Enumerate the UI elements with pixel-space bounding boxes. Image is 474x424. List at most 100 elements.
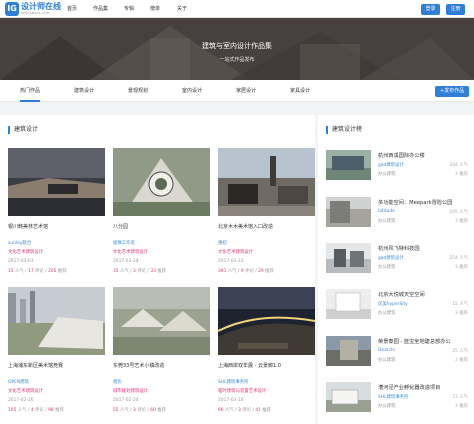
project-author[interactable]: sunlay联合 <box>8 240 31 246</box>
ranking-author[interactable]: 优美hyperSity <box>378 301 408 307</box>
banner-subtitle: 一站式作品发布 <box>219 57 255 63</box>
project-date: 2017-03-24 <box>113 259 139 264</box>
nav-about[interactable]: 关于 <box>177 0 187 18</box>
project-card[interactable]: 上海西岸双年展 - 云景廊1.0 SHL建筑事务所 临时建筑与装置艺术设计 20… <box>218 287 315 423</box>
tab-popular[interactable]: 热门作品 <box>20 80 41 102</box>
project-author[interactable]: 极致工作室 <box>113 240 135 246</box>
nav-albums[interactable]: 专辑 <box>124 0 134 18</box>
project-date: 2017-03-03 <box>8 259 34 264</box>
ranking-thumbnail[interactable] <box>326 243 371 273</box>
project-stats: 15 人气 / 17 评论 / 205 推荐 <box>8 269 67 274</box>
ranking-category: 办公建筑 <box>378 219 396 224</box>
nav-portfolio[interactable]: 作品集 <box>93 0 108 18</box>
tab-interior[interactable]: 室内设计 <box>182 80 202 102</box>
ranking-likes: 3 推荐 <box>455 172 468 177</box>
project-author[interactable]: SHL建筑事务所 <box>218 379 249 385</box>
site-logo[interactable]: IG 设计师在线 SPSCABGOL.COM <box>5 2 61 16</box>
ranking-thumbnail[interactable] <box>326 289 371 319</box>
tab-architecture[interactable]: 建筑设计 <box>74 80 94 102</box>
top-navbar: IG 设计师在线 SPSCABGOL.COM 首页 作品集 专辑 榜单 关于 登… <box>0 0 474 18</box>
project-stats: 391 人气 / 9 评论 / 29 推荐 <box>218 269 274 274</box>
ranking-views: 105 人气 <box>449 210 468 215</box>
ranking-title[interactable]: 荣景泰园 - 蓝宝坐地建总部办公 <box>378 338 472 345</box>
banner-title: 建筑与室内设计作品集 <box>202 42 272 50</box>
ranking-author[interactable]: SHL建筑事务所 <box>378 394 409 400</box>
tab-landscape[interactable]: 景观规划 <box>128 80 148 102</box>
project-title[interactable]: 八分园 <box>113 223 210 230</box>
ranking-likes: 3 推荐 <box>455 265 468 270</box>
ranking-thumbnail[interactable] <box>326 336 371 366</box>
ranking-title[interactable]: 多功能空间：Meepark冒险公园 <box>378 199 472 206</box>
ranking-category: 办公建筑 <box>378 265 396 270</box>
ranking-item[interactable]: 多功能空间：Meepark冒险公园 latitude 办公建筑 105 人气 3… <box>326 197 472 227</box>
project-category[interactable]: 文化艺术建筑设计 <box>218 249 253 255</box>
login-button[interactable]: 登录 <box>421 4 440 15</box>
ranking-likes: 3 推荐 <box>455 404 468 409</box>
project-author[interactable]: OPEN建筑 <box>8 379 29 385</box>
tab-home-design[interactable]: 家居设计 <box>236 80 256 102</box>
project-category[interactable]: 临时建筑与装置艺术设计 <box>218 388 266 394</box>
nav-rankings[interactable]: 榜单 <box>150 0 160 18</box>
project-thumbnail[interactable] <box>8 148 105 216</box>
project-title[interactable]: 上海浦东新区美术馆竞赛 <box>8 362 105 369</box>
ranking-item[interactable]: 荣景泰园 - 蓝宝坐地建总部办公 Doarchi 办公建筑 25 人气 3 推荐 <box>326 336 472 366</box>
ranking-thumbnail[interactable] <box>326 197 371 227</box>
project-thumbnail[interactable] <box>218 287 315 355</box>
ranking-item[interactable]: 杭州西溪国际办公楼 gad建筑设计 办公建筑 204 人气 3 推荐 <box>326 150 472 180</box>
ranking-views: 204 人气 <box>449 163 468 168</box>
ranking-title[interactable]: 漕河泾产业孵化器改造项目 <box>378 384 472 391</box>
project-category[interactable]: 文化艺术建筑设计 <box>113 249 148 255</box>
ranking-author[interactable]: latitude <box>378 209 395 214</box>
project-date: 2017-03-13 <box>218 259 244 264</box>
ranking-item[interactable]: 杭州风飞特科技园 gad建筑设计 办公建筑 254 人气 3 推荐 <box>326 243 472 273</box>
ranking-author[interactable]: gad建筑设计 <box>378 162 404 168</box>
project-stats: 105 人气 / 4 评论 / 98 推荐 <box>8 408 64 413</box>
ranking-item[interactable]: 漕河泾产业孵化器改造项目 SHL建筑事务所 办公建筑 73 人气 3 推荐 <box>326 382 472 412</box>
project-thumbnail[interactable] <box>113 287 210 355</box>
tab-furniture[interactable]: 家具设计 <box>290 80 310 102</box>
project-stats: 66 人气 / 3 评论 / 41 推荐 <box>218 408 272 413</box>
nav-home[interactable]: 首页 <box>67 0 77 18</box>
project-card[interactable]: 北京木木美术馆入口改造 重初 文化艺术建筑设计 2017-03-13 391 人… <box>218 148 315 284</box>
project-date: 2017-03-16 <box>218 398 244 403</box>
project-title[interactable]: 东莞33号艺术小镇改造 <box>113 362 210 369</box>
ranking-title[interactable]: 杭州西溪国际办公楼 <box>378 152 472 159</box>
ranking-title[interactable]: 杭州风飞特科技园 <box>378 245 472 252</box>
ranking-author[interactable]: Doarchi <box>378 348 395 353</box>
logo-icon: IG <box>5 2 19 16</box>
ranking-item[interactable]: 北京大悦城天空空间 优美hyperSity 办公建筑 15 人气 3 推荐 <box>326 289 472 319</box>
project-date: 2017-02-24 <box>113 398 139 403</box>
project-author[interactable]: 重初 <box>218 240 227 246</box>
panel-title: 建筑设计 <box>8 126 38 134</box>
project-title[interactable]: 银川韩美林艺术馆 <box>8 223 105 230</box>
project-card[interactable]: 东莞33号艺术小镇改造 相优 城市规划建筑设计 2017-02-24 55 人气… <box>113 287 210 423</box>
project-card[interactable]: 上海浦东新区美术馆竞赛 OPEN建筑 文化艺术建筑设计 2017-02-26 1… <box>8 287 105 423</box>
project-stats: 35 人气 / 3 评论 / 33 推荐 <box>113 269 167 274</box>
project-category[interactable]: 文化艺术建筑设计 <box>8 249 43 255</box>
ranking-category: 办公建筑 <box>378 172 396 177</box>
logo-title: 设计师在线 <box>21 2 61 11</box>
ranking-views: 25 人气 <box>452 349 468 354</box>
project-thumbnail[interactable] <box>8 287 105 355</box>
project-category[interactable]: 文化艺术建筑设计 <box>8 388 43 394</box>
ranking-title[interactable]: 北京大悦城天空空间 <box>378 291 472 298</box>
ranking-likes: 3 推荐 <box>455 219 468 224</box>
ranking-likes: 3 推荐 <box>455 358 468 363</box>
hero-banner: 建筑与室内设计作品集 一站式作品发布 <box>0 18 474 80</box>
project-card[interactable]: 八分园 极致工作室 文化艺术建筑设计 2017-03-24 35 人气 / 3 … <box>113 148 210 284</box>
project-thumbnail[interactable] <box>113 148 210 216</box>
project-thumbnail[interactable] <box>218 148 315 216</box>
project-title[interactable]: 北京木木美术馆入口改造 <box>218 223 315 230</box>
project-card[interactable]: 银川韩美林艺术馆 sunlay联合 文化艺术建筑设计 2017-03-03 15… <box>8 148 105 284</box>
panel-title: 建筑设计榜 <box>326 126 362 134</box>
register-button[interactable]: 注册 <box>446 4 465 15</box>
project-title[interactable]: 上海西岸双年展 - 云景廊1.0 <box>218 362 315 369</box>
ranking-likes: 3 推荐 <box>455 311 468 316</box>
project-category[interactable]: 城市规划建筑设计 <box>113 388 148 394</box>
publish-button[interactable]: +发布作品 <box>435 86 469 97</box>
ranking-thumbnail[interactable] <box>326 150 371 180</box>
project-author[interactable]: 相优 <box>113 379 122 385</box>
ranking-views: 73 人气 <box>452 395 468 400</box>
ranking-author[interactable]: gad建筑设计 <box>378 255 404 261</box>
ranking-thumbnail[interactable] <box>326 382 371 412</box>
